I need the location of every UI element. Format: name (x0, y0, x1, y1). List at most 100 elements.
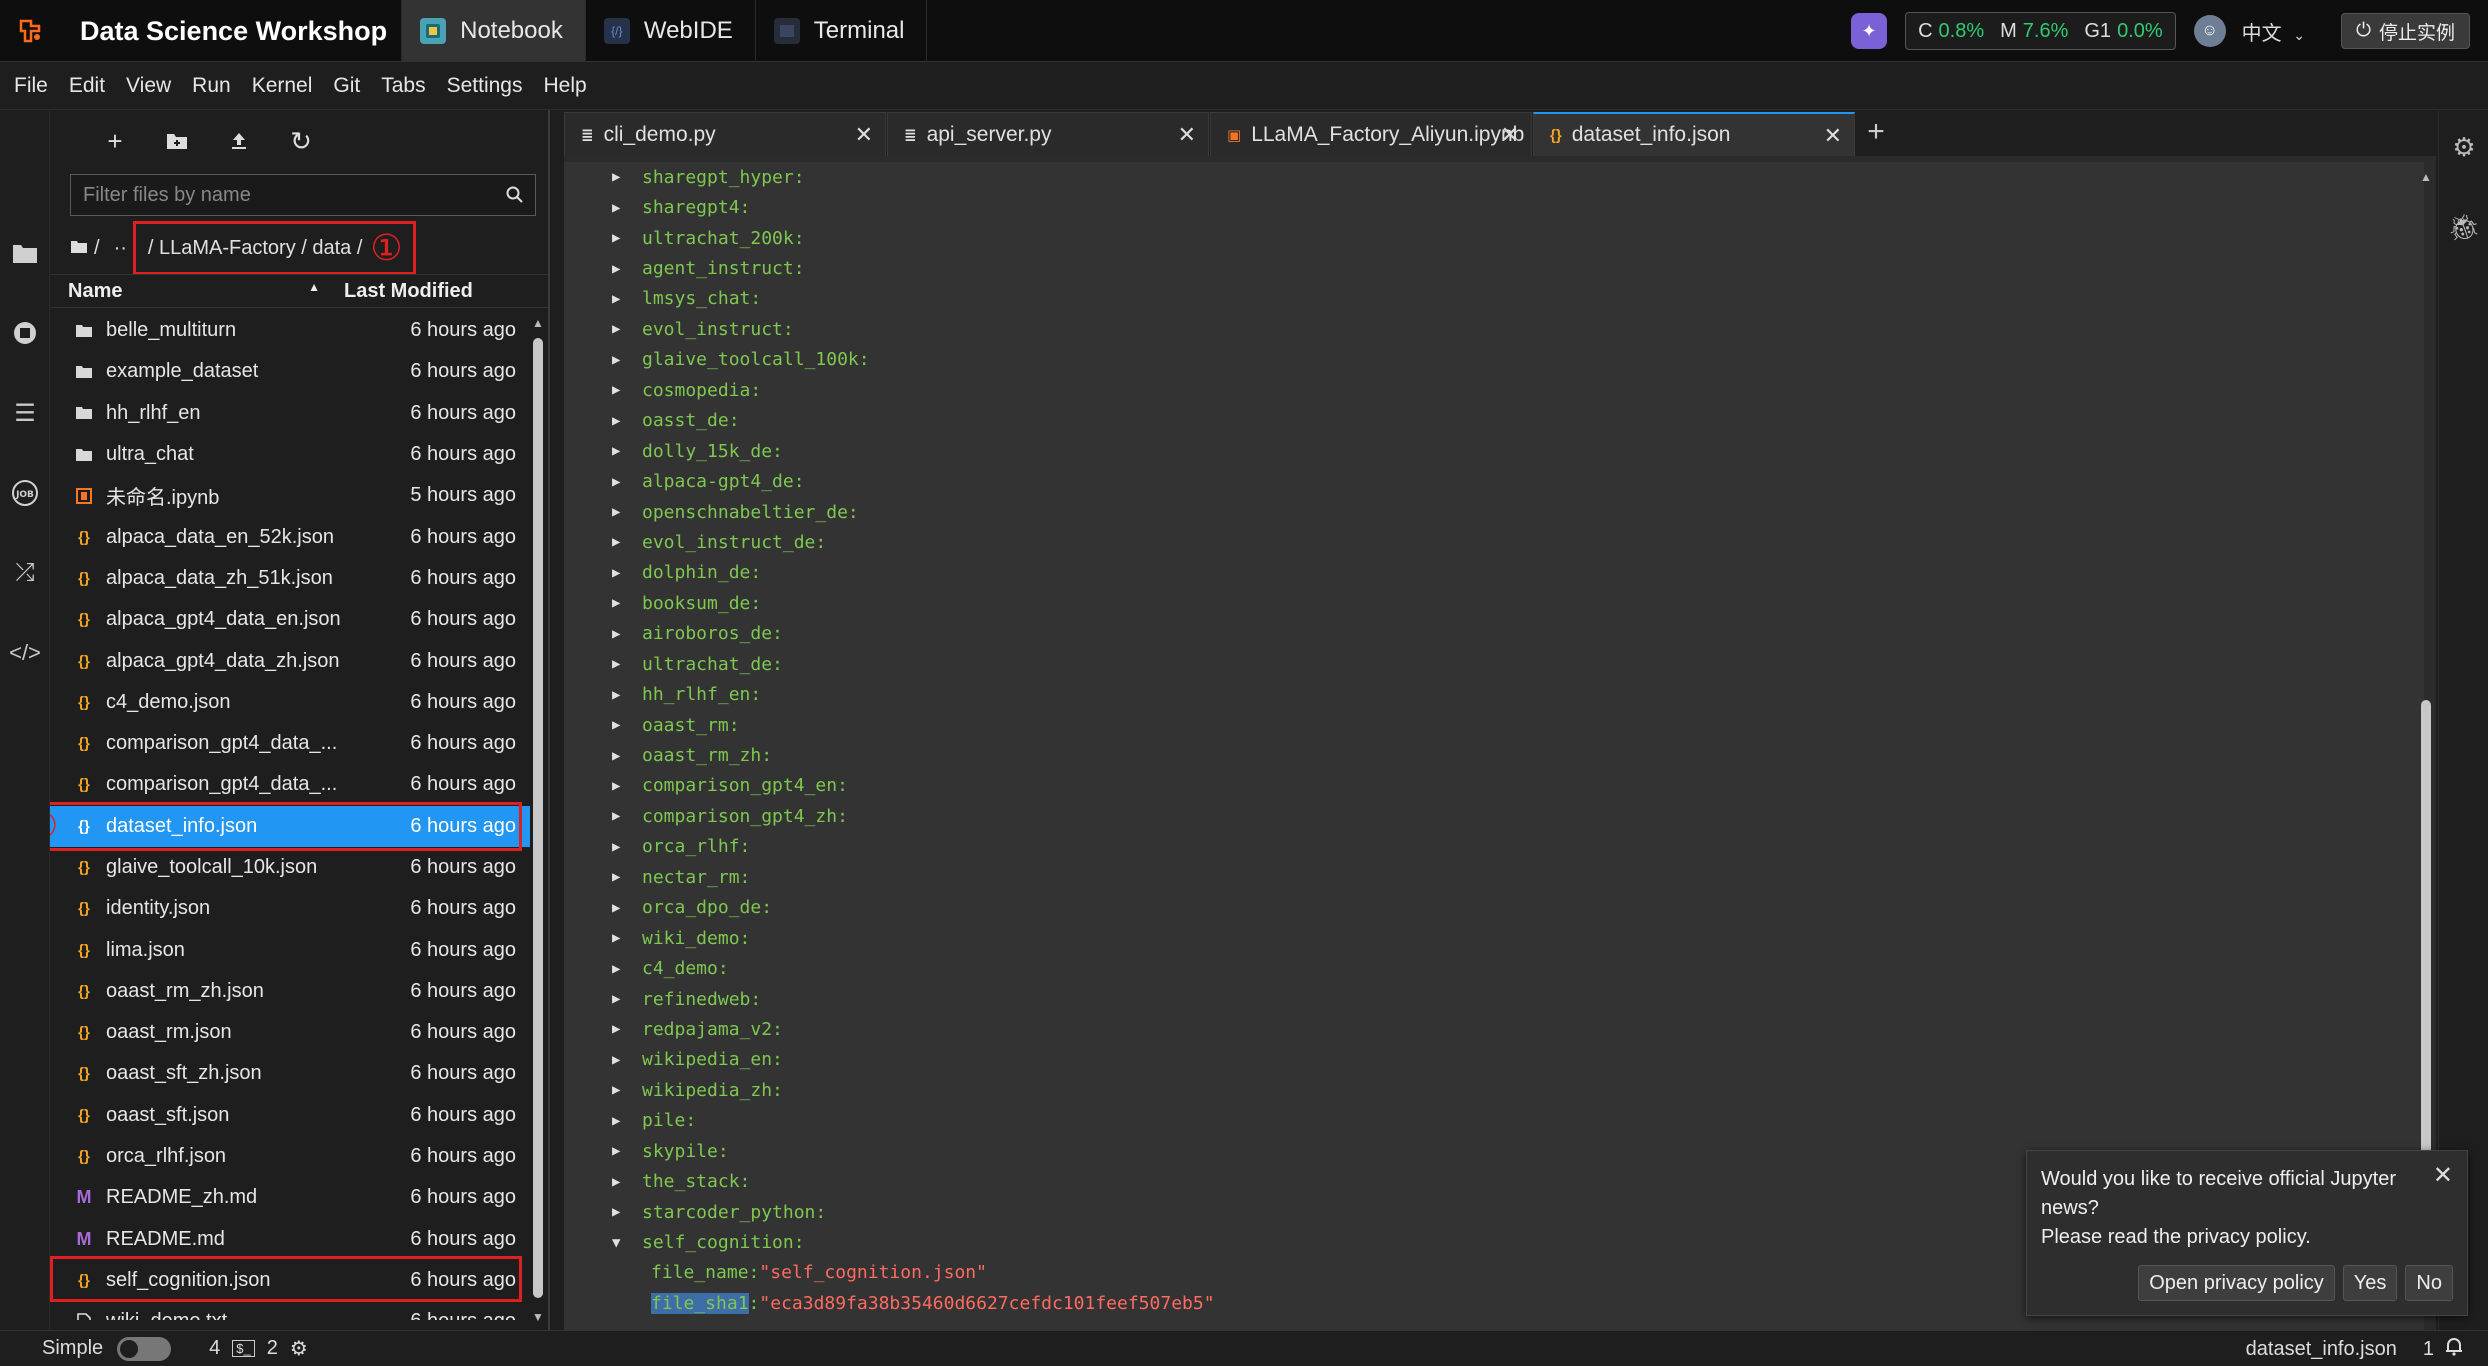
collapsed-arrow-icon[interactable]: ▶ (612, 839, 630, 855)
table-of-contents-icon[interactable]: ☰ (0, 388, 50, 438)
json-tree-node[interactable]: ▶ lmsys_chat: (564, 284, 2424, 314)
collapsed-arrow-icon[interactable]: ▶ (612, 1113, 630, 1129)
file-row[interactable]: {} orca_rlhf.json 6 hours ago (50, 1136, 530, 1177)
collapsed-arrow-icon[interactable]: ▶ (612, 565, 630, 581)
scroll-down-icon[interactable]: ▼ (532, 1310, 544, 1324)
code-snippet-icon[interactable]: </> (0, 628, 50, 678)
collapsed-arrow-icon[interactable]: ▶ (612, 443, 630, 459)
breadcrumb-root[interactable]: / (94, 237, 100, 260)
scroll-up-icon[interactable]: ▲ (532, 316, 544, 330)
upload-icon[interactable] (208, 121, 270, 161)
collapsed-arrow-icon[interactable]: ▶ (612, 382, 630, 398)
collapsed-arrow-icon[interactable]: ▶ (612, 778, 630, 794)
new-launcher-icon[interactable]: + (84, 121, 146, 161)
tab-cli-demo[interactable]: ≣ cli_demo.py ✕ (564, 112, 886, 156)
json-tree-node[interactable]: ▶ ultrachat_200k: (564, 223, 2424, 253)
json-tree-node[interactable]: ▶ refinedweb: (564, 984, 2424, 1014)
collapsed-arrow-icon[interactable]: ▶ (612, 900, 630, 916)
folder-row[interactable]: hh_rlhf_en 6 hours ago (50, 393, 530, 434)
tab-api-server[interactable]: ≣ api_server.py ✕ (887, 112, 1209, 156)
collapsed-arrow-icon[interactable]: ▶ (612, 1204, 630, 1220)
json-tree-node[interactable]: ▶ redpajama_v2: (564, 1014, 2424, 1044)
file-row[interactable]: {} alpaca_data_zh_51k.json 6 hours ago (50, 558, 530, 599)
file-row[interactable]: {} oaast_sft.json 6 hours ago (50, 1095, 530, 1136)
open-privacy-policy-button[interactable]: Open privacy policy (2138, 1265, 2335, 1301)
settings-gear-icon[interactable]: ⚙ (290, 1336, 308, 1361)
column-name-header[interactable]: Name ▲ (50, 280, 334, 303)
json-tree-node[interactable]: ▶ sharegpt_hyper: (564, 162, 2424, 192)
expanded-arrow-icon[interactable]: ▼ (612, 1235, 630, 1251)
terminal-count[interactable]: 2 (267, 1337, 278, 1360)
tab-notebook[interactable]: Notebook (401, 0, 585, 62)
json-tree-node[interactable]: ▶ wiki_demo: (564, 923, 2424, 953)
collapsed-arrow-icon[interactable]: ▶ (612, 534, 630, 550)
collapsed-arrow-icon[interactable]: ▶ (612, 595, 630, 611)
collapsed-arrow-icon[interactable]: ▶ (612, 321, 630, 337)
json-tree-node[interactable]: ▶ dolphin_de: (564, 558, 2424, 588)
file-row[interactable]: M README.md 6 hours ago (50, 1219, 530, 1260)
collapsed-arrow-icon[interactable]: ▶ (612, 352, 630, 368)
folder-icon[interactable] (0, 228, 50, 278)
kernel-count[interactable]: 4 (209, 1337, 220, 1360)
menu-help[interactable]: Help (544, 74, 587, 98)
yes-button[interactable]: Yes (2342, 1265, 2398, 1301)
file-row[interactable]: 未命名.ipynb 5 hours ago (50, 475, 530, 516)
json-tree-node[interactable]: ▶ dolly_15k_de: (564, 436, 2424, 466)
json-tree-node[interactable]: ▶ nectar_rm: (564, 862, 2424, 892)
assistant-icon[interactable]: ✦ (1851, 13, 1888, 49)
file-list-scrollbar[interactable]: ▲ ▼ (530, 316, 546, 1324)
json-tree-node[interactable]: ▶ hh_rlhf_en: (564, 679, 2424, 709)
json-tree-node[interactable]: ▶ booksum_de: (564, 588, 2424, 618)
tab-terminal[interactable]: Terminal (754, 0, 928, 62)
menu-view[interactable]: View (126, 74, 171, 98)
collapsed-arrow-icon[interactable]: ▶ (612, 717, 630, 733)
collapsed-arrow-icon[interactable]: ▶ (612, 1082, 630, 1098)
avatar[interactable]: ☺ (2193, 15, 2226, 47)
json-tree-node[interactable]: ▶ airoboros_de: (564, 619, 2424, 649)
json-tree-node[interactable]: ▶ comparison_gpt4_zh: (564, 801, 2424, 831)
collapsed-arrow-icon[interactable]: ▶ (612, 1174, 630, 1190)
job-icon[interactable]: JOB (0, 468, 50, 518)
collapsed-arrow-icon[interactable]: ▶ (612, 1143, 630, 1159)
bell-icon[interactable] (2444, 1336, 2464, 1362)
file-row[interactable]: {} comparison_gpt4_data_... 6 hours ago (50, 764, 530, 805)
file-row[interactable]: {} alpaca_data_en_52k.json 6 hours ago (50, 516, 530, 557)
folder-row[interactable]: belle_multiturn 6 hours ago (50, 310, 530, 351)
new-folder-icon[interactable] (146, 121, 208, 161)
collapsed-arrow-icon[interactable]: ▶ (612, 169, 630, 185)
collapsed-arrow-icon[interactable]: ▶ (612, 961, 630, 977)
menu-tabs[interactable]: Tabs (381, 74, 425, 98)
file-row[interactable]: {}self_cognition.json6 hours ago② (50, 1255, 530, 1302)
file-row[interactable]: {} alpaca_gpt4_data_zh.json 6 hours ago (50, 640, 530, 681)
json-tree-node[interactable]: ▶ openschnabeltier_de: (564, 497, 2424, 527)
json-tree-node[interactable]: ▶ orca_rlhf: (564, 832, 2424, 862)
file-row[interactable]: {} oaast_rm_zh.json 6 hours ago (50, 971, 530, 1012)
json-tree-node[interactable]: ▶ agent_instruct: (564, 253, 2424, 283)
collapsed-arrow-icon[interactable]: ▶ (612, 930, 630, 946)
json-tree-node[interactable]: ▶ cosmopedia: (564, 375, 2424, 405)
menu-kernel[interactable]: Kernel (252, 74, 313, 98)
json-tree-node[interactable]: ▶ pile: (564, 1106, 2424, 1136)
tab-webide[interactable]: {/} WebIDE (584, 0, 755, 62)
property-inspector-icon[interactable]: ⚙ (2439, 122, 2488, 172)
column-modified-header[interactable]: Last Modified (334, 280, 473, 303)
collapsed-arrow-icon[interactable]: ▶ (612, 748, 630, 764)
file-row[interactable]: {} alpaca_gpt4_data_en.json 6 hours ago (50, 599, 530, 640)
json-tree-node[interactable]: ▶ glaive_toolcall_100k: (564, 345, 2424, 375)
folder-row[interactable]: ultra_chat 6 hours ago (50, 434, 530, 475)
collapsed-arrow-icon[interactable]: ▶ (612, 869, 630, 885)
close-icon[interactable]: ✕ (1501, 122, 1519, 148)
json-tree-node[interactable]: ▶ oaast_rm: (564, 710, 2424, 740)
json-tree-node[interactable]: ▶ ultrachat_de: (564, 649, 2424, 679)
menu-edit[interactable]: Edit (69, 74, 105, 98)
menu-file[interactable]: File (14, 74, 48, 98)
json-tree-node[interactable]: ▶ alpaca-gpt4_de: (564, 466, 2424, 496)
file-row[interactable]: {} oaast_sft_zh.json 6 hours ago (50, 1053, 530, 1094)
debugger-icon[interactable]: 🐞︎ (2439, 202, 2488, 252)
file-row[interactable]: {} c4_demo.json 6 hours ago (50, 682, 530, 723)
json-tree-node[interactable]: ▶ sharegpt4: (564, 192, 2424, 222)
json-tree-node[interactable]: ▶ oasst_de: (564, 406, 2424, 436)
json-tree-node[interactable]: ▶ evol_instruct: (564, 314, 2424, 344)
json-tree-node[interactable]: ▶ evol_instruct_de: (564, 527, 2424, 557)
collapsed-arrow-icon[interactable]: ▶ (612, 991, 630, 1007)
